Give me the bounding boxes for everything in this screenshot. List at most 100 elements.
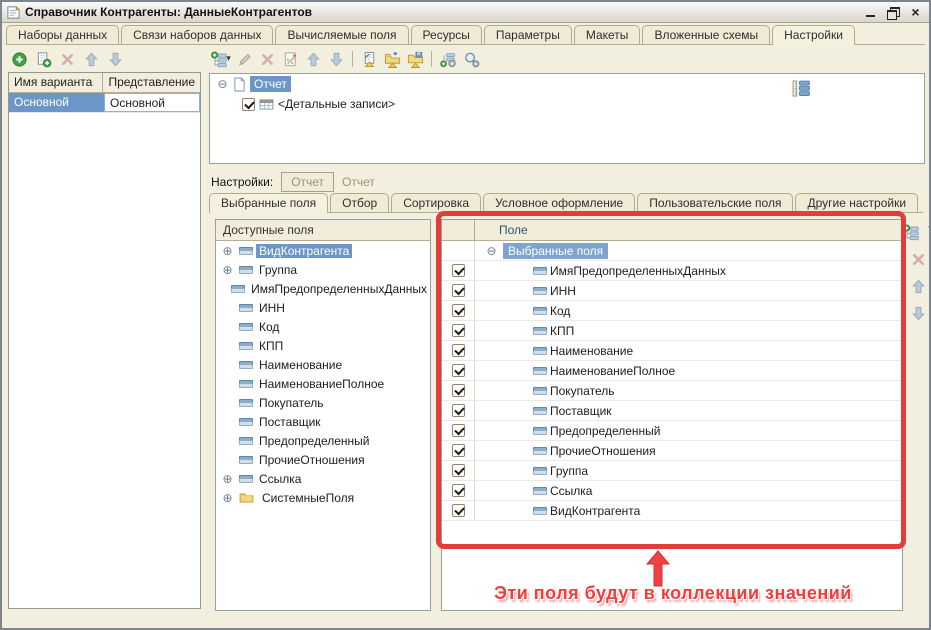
wizard-button[interactable] (281, 50, 299, 68)
selected-field-row[interactable]: Группа (442, 461, 902, 481)
available-field-label[interactable]: ВидКонтрагента (256, 244, 352, 258)
tree-node-report-label[interactable]: Отчет (250, 76, 291, 92)
available-field-row[interactable]: Покупатель (216, 393, 430, 412)
tab-макеты[interactable]: Макеты (574, 25, 641, 44)
tab-настройки[interactable]: Настройки (772, 25, 855, 45)
available-field-row[interactable]: Поставщик (216, 412, 430, 431)
selected-field-row[interactable]: ИмяПредопределенныхДанных (442, 261, 902, 281)
dropdown-caret-icon[interactable]: ▾ (226, 54, 231, 64)
tab-связи-наборов-данных[interactable]: Связи наборов данных (121, 25, 273, 44)
tree-node-detail-records[interactable]: <Детальные записи> (210, 94, 924, 114)
selected-field-row[interactable]: Наименование (442, 341, 902, 361)
tab-параметры[interactable]: Параметры (484, 25, 572, 44)
available-field-row[interactable]: КПП (216, 336, 430, 355)
selected-field-row[interactable]: ВидКонтрагента (442, 501, 902, 521)
view-settings-button[interactable] (462, 50, 480, 68)
tab-вычисляемые-поля[interactable]: Вычисляемые поля (275, 25, 408, 44)
tab-другие-настройки[interactable]: Другие настройки (795, 193, 918, 212)
available-field-row[interactable]: ПрочиеОтношения (216, 450, 430, 469)
delete-button[interactable] (909, 250, 927, 268)
available-field-label[interactable]: Предопределенный (256, 434, 373, 448)
expand-icon[interactable]: ⊕ (221, 264, 234, 276)
selected-field-row[interactable]: ИНН (442, 281, 902, 301)
field-checkbox[interactable] (452, 384, 465, 397)
add-copy-button[interactable] (34, 50, 52, 68)
field-checkbox[interactable] (452, 324, 465, 337)
tab-выбранные-поля[interactable]: Выбранные поля (209, 193, 328, 213)
selected-field-label[interactable]: ИмяПредопределенныхДанных (550, 264, 726, 278)
tab-условное-оформление[interactable]: Условное оформление (483, 193, 635, 212)
available-field-row[interactable]: Наименование (216, 355, 430, 374)
tab-ресурсы[interactable]: Ресурсы (411, 25, 482, 44)
available-field-row[interactable]: ИмяПредопределенныхДанных (216, 279, 430, 298)
move-up-button[interactable] (909, 277, 927, 295)
available-field-label[interactable]: КПП (256, 339, 286, 353)
move-up-button[interactable] (304, 50, 322, 68)
expand-icon[interactable]: ⊕ (221, 473, 234, 485)
add-button[interactable] (10, 50, 28, 68)
available-field-label[interactable]: Наименование (256, 358, 345, 372)
selected-field-label[interactable]: ВидКонтрагента (550, 504, 640, 518)
selected-field-label[interactable]: Покупатель (550, 384, 614, 398)
delete-button[interactable] (58, 50, 76, 68)
move-down-button[interactable] (327, 50, 345, 68)
field-checkbox[interactable] (452, 444, 465, 457)
available-field-row[interactable]: ИНН (216, 298, 430, 317)
settings-path-report-button[interactable]: Отчет (281, 172, 334, 192)
tab-пользовательские-поля[interactable]: Пользовательские поля (637, 193, 793, 212)
move-down-button[interactable] (106, 50, 124, 68)
field-checkbox[interactable] (452, 484, 465, 497)
variant-row[interactable]: Основной Основной (9, 93, 200, 113)
available-field-label[interactable]: Группа (256, 263, 300, 277)
field-checkbox[interactable] (452, 504, 465, 517)
selected-field-label[interactable]: Предопределенный (550, 424, 661, 438)
tab-вложенные-схемы[interactable]: Вложенные схемы (642, 25, 770, 44)
selected-field-row[interactable]: Поставщик (442, 401, 902, 421)
move-down-button[interactable] (909, 304, 927, 322)
selected-field-label[interactable]: НаименованиеПолное (550, 364, 675, 378)
field-checkbox[interactable] (452, 264, 465, 277)
available-field-label[interactable]: ИмяПредопределенныхДанных (248, 282, 430, 296)
minimize-button[interactable] (864, 6, 879, 19)
selected-field-row[interactable]: ПрочиеОтношения (442, 441, 902, 461)
selected-field-label[interactable]: Ссылка (550, 484, 592, 498)
selected-fields-group-row[interactable]: ⊖ Выбранные поля (442, 241, 902, 261)
field-checkbox[interactable] (452, 344, 465, 357)
selected-field-row[interactable]: Покупатель (442, 381, 902, 401)
available-field-row[interactable]: ⊕СистемныеПоля (216, 488, 430, 507)
selected-field-row[interactable]: Код (442, 301, 902, 321)
delete-button[interactable] (258, 50, 276, 68)
move-up-button[interactable] (82, 50, 100, 68)
selected-field-label[interactable]: ИНН (550, 284, 576, 298)
selected-field-label[interactable]: Поставщик (550, 404, 612, 418)
available-field-label[interactable]: Код (256, 320, 282, 334)
field-checkbox[interactable] (452, 284, 465, 297)
available-field-label[interactable]: Поставщик (256, 415, 324, 429)
selected-fields-group-label[interactable]: Выбранные поля (503, 243, 608, 259)
available-field-row[interactable]: ⊕ Группа (216, 260, 430, 279)
folder-save-button[interactable] (406, 50, 424, 68)
doc-load-button[interactable] (360, 50, 378, 68)
available-field-label[interactable]: Покупатель (256, 396, 326, 410)
tab-отбор[interactable]: Отбор (330, 193, 389, 212)
tree-node-detail-label[interactable]: <Детальные записи> (278, 97, 395, 111)
available-field-label[interactable]: ИНН (256, 301, 288, 315)
field-checkbox[interactable] (452, 424, 465, 437)
expand-icon[interactable]: ⊕ (221, 492, 234, 504)
available-field-row[interactable]: ⊕Ссылка (216, 469, 430, 488)
available-field-row[interactable]: ⊕ВидКонтрагента (216, 241, 430, 260)
tab-наборы-данных[interactable]: Наборы данных (6, 25, 119, 44)
variant-presentation-cell[interactable]: Основной (104, 93, 200, 112)
selected-field-label[interactable]: КПП (550, 324, 574, 338)
field-checkbox[interactable] (452, 404, 465, 417)
add-element-button[interactable]: ▾ (909, 223, 927, 241)
field-checkbox[interactable] (452, 364, 465, 377)
variant-name-cell[interactable]: Основной (9, 93, 104, 112)
selected-field-row[interactable]: Ссылка (442, 481, 902, 501)
collapse-icon[interactable]: ⊖ (485, 245, 498, 257)
selected-field-label[interactable]: Код (550, 304, 570, 318)
selected-field-label[interactable]: Группа (550, 464, 588, 478)
selected-field-row[interactable]: НаименованиеПолное (442, 361, 902, 381)
collapse-icon[interactable]: ⊖ (216, 78, 229, 90)
selected-field-row[interactable]: КПП (442, 321, 902, 341)
